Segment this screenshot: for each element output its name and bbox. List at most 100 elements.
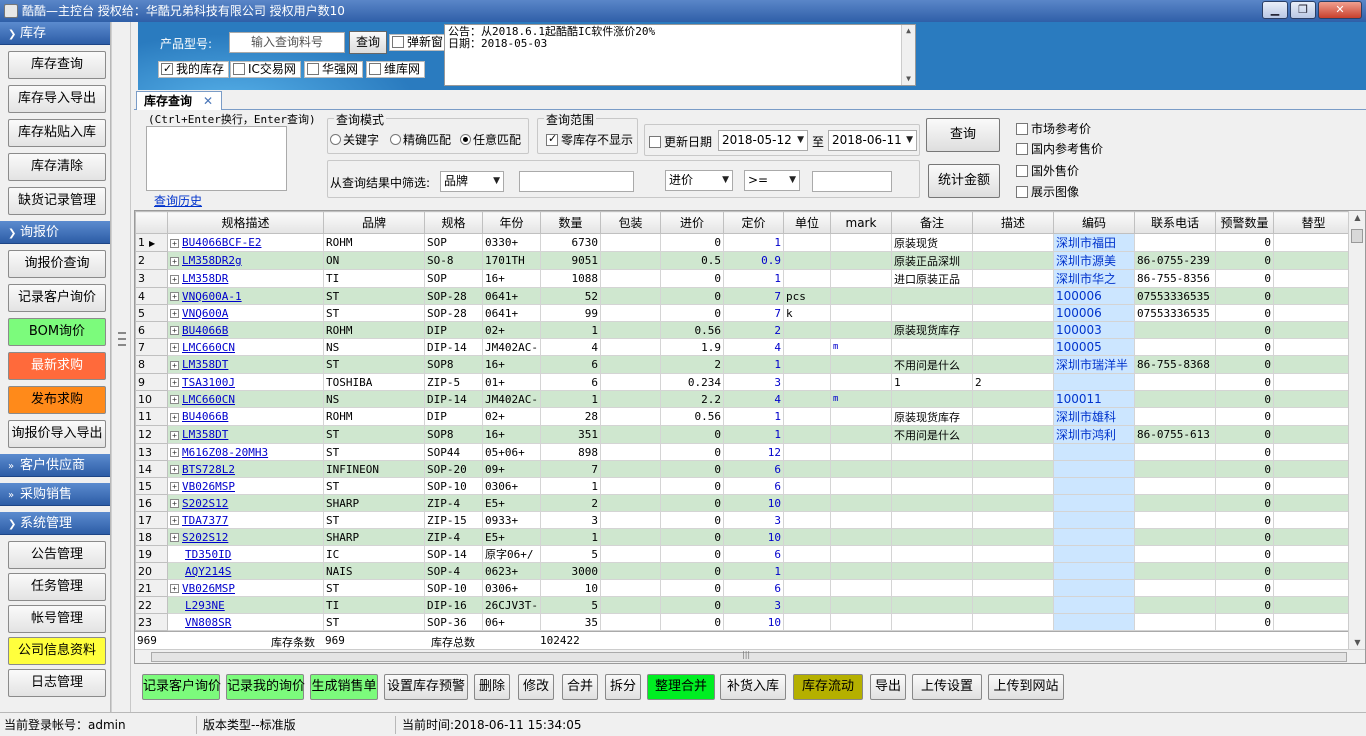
filter-value-input[interactable] (519, 171, 634, 192)
table-row[interactable]: 2 + LM358DR2g ON SO-8 1701TH 9051 0.5 0.9 原装正品深圳深… (135, 251, 1354, 270)
nav-bom-quote[interactable]: BOM询价 (8, 318, 106, 346)
column-header[interactable]: 包装 (599, 211, 661, 234)
merge-button[interactable]: 合并 (562, 674, 598, 700)
table-row[interactable]: 5 + VNQ600A ST SOP-28 0641+ 99 0 7 k 100006 0755333… (135, 304, 1354, 322)
column-header[interactable]: 描述 (971, 211, 1054, 234)
column-header[interactable]: 数量 (539, 211, 601, 234)
tab-inventory-query[interactable]: 库存查询 ✕ (136, 91, 222, 111)
zero-stock-checkbox[interactable]: 零库存不显示 (546, 131, 633, 148)
table-row[interactable]: 22 L293NE TI DIP-16 26CJV3T- 5 0 3 0 (135, 596, 1354, 614)
part-number-link[interactable]: LM358DT (182, 358, 228, 371)
weiku-checkbox[interactable]: 维库网 (366, 61, 426, 78)
part-number-link[interactable]: VNQ600A-1 (182, 290, 242, 303)
part-number-link[interactable]: TSA3100J (182, 376, 235, 389)
expand-plus-icon[interactable]: + (170, 465, 179, 474)
table-row[interactable]: 8 + LM358DT ST SOP8 16+ 6 2 1 不用问是什么 深圳市瑞洋半 86-755-… (135, 355, 1354, 374)
part-number-link[interactable]: LM358DT (182, 428, 228, 441)
foreign-price-checkbox[interactable]: 国外售价 (1016, 162, 1079, 179)
expand-plus-icon[interactable]: + (170, 274, 179, 284)
part-number-link[interactable]: VB026MSP (182, 480, 235, 493)
column-header[interactable]: 编码 (1052, 211, 1135, 234)
mode-any-radio[interactable]: 任意匹配 (460, 131, 521, 148)
table-row[interactable]: 16 + S202S12 SHARP ZIP-4 E5+ 2 0 10 0 (135, 494, 1354, 512)
upload-to-website-button[interactable]: 上传到网站 (988, 674, 1064, 700)
sidebar-section-quotes[interactable]: ❯ 询报价 (0, 221, 110, 244)
expand-plus-icon[interactable]: + (170, 584, 179, 593)
mode-exact-radio[interactable]: 精确匹配 (390, 131, 451, 148)
stat-amount-button[interactable]: 统计金额 (928, 164, 1000, 198)
part-number-link[interactable]: VNQ600A (182, 307, 228, 320)
part-number-link[interactable]: TD350ID (185, 548, 231, 561)
nav-inventory-clear[interactable]: 库存清除 (8, 153, 106, 181)
expand-plus-icon[interactable]: + (170, 378, 179, 387)
column-header[interactable]: 单位 (782, 211, 831, 234)
grid-vertical-scrollbar[interactable]: ▲ ▼ (1348, 211, 1365, 649)
expand-plus-icon[interactable]: + (170, 343, 179, 352)
split-button[interactable]: 拆分 (605, 674, 641, 700)
part-number-link[interactable]: BU4066BCF-E2 (182, 236, 261, 249)
nav-shortage-records[interactable]: 缺货记录管理 (8, 187, 106, 215)
part-number-link[interactable]: LMC660CN (182, 393, 235, 406)
column-header[interactable]: 规格描述 (167, 211, 324, 234)
sidebar-splitter[interactable] (111, 22, 131, 712)
table-row[interactable]: 11 + BU4066B ROHM DIP 02+ 28 0.56 1 原装现货库存 深圳市雄科 0 (135, 407, 1354, 426)
sidebar-section-system[interactable]: ❯ 系统管理 (0, 512, 110, 535)
query-history-link[interactable]: 查询历史 (154, 192, 202, 209)
expand-plus-icon[interactable]: + (170, 326, 179, 335)
set-stock-alert-button[interactable]: 设置库存预警 (384, 674, 468, 700)
nav-quote-import-export[interactable]: 询报价导入导出 (8, 420, 106, 448)
expand-plus-icon[interactable]: + (170, 360, 179, 370)
expand-plus-icon[interactable]: + (170, 238, 179, 248)
export-button[interactable]: 导出 (870, 674, 906, 700)
date-to-picker[interactable]: 2018-06-11 ▼ (828, 130, 917, 151)
expand-plus-icon[interactable]: + (170, 482, 179, 491)
table-row[interactable]: 20 AQY214S NAIS SOP-4 0623+ 3000 0 1 0 (135, 562, 1354, 580)
sidebar-section-purchasing[interactable]: » 采购销售 (0, 483, 110, 506)
nav-record-customer-quote[interactable]: 记录客户询价 (8, 284, 106, 312)
column-header[interactable]: 进价 (659, 211, 724, 234)
scroll-up-icon[interactable]: ▲ (1349, 213, 1365, 222)
expand-plus-icon[interactable]: + (170, 395, 179, 404)
expand-plus-icon[interactable]: + (170, 292, 179, 301)
stock-flow-button[interactable]: 库存流动 (793, 674, 863, 700)
part-search-button[interactable]: 查询 (349, 31, 387, 54)
column-header[interactable]: 联系电话 (1133, 211, 1216, 234)
table-row[interactable]: 18 + S202S12 SHARP ZIP-4 E5+ 1 0 10 0 (135, 528, 1354, 546)
part-number-link[interactable]: S202S12 (182, 497, 228, 510)
price-field-select[interactable]: 进价 ▼ (665, 170, 733, 191)
domestic-price-checkbox[interactable]: 国内参考售价 (1016, 140, 1103, 157)
column-header[interactable]: mark (829, 211, 892, 234)
part-number-link[interactable]: BU4066B (182, 410, 228, 423)
nav-notice-management[interactable]: 公告管理 (8, 541, 106, 569)
nav-account-management[interactable]: 帐号管理 (8, 605, 106, 633)
multi-query-textarea[interactable] (146, 126, 287, 191)
sidebar-section-customers[interactable]: » 客户供应商 (0, 454, 110, 477)
part-number-link[interactable]: BU4066B (182, 324, 228, 337)
mode-keyword-radio[interactable]: 关键字 (330, 131, 379, 148)
notice-scrollbar[interactable]: ▲ ▼ (901, 25, 915, 85)
part-number-link[interactable]: LM358DR2g (182, 254, 242, 267)
expand-plus-icon[interactable]: + (170, 430, 179, 440)
edit-button[interactable]: 修改 (518, 674, 554, 700)
part-number-link[interactable]: L293NE (185, 599, 225, 612)
table-row[interactable]: 13 + M616Z08-20MH3 ST SOP44 05+06+ 898 0 12 0 (135, 443, 1354, 461)
nav-log-management[interactable]: 日志管理 (8, 669, 106, 697)
sidebar-section-inventory[interactable]: ❯ 库存 (0, 22, 110, 45)
nav-quote-query[interactable]: 询报价查询 (8, 250, 106, 278)
scroll-thumb[interactable] (1351, 229, 1363, 243)
expand-plus-icon[interactable]: + (170, 309, 179, 318)
table-row[interactable]: 12 + LM358DT ST SOP8 16+ 351 0 1 不用问是什么 深圳市鸿利 86-07… (135, 425, 1354, 444)
close-tab-icon[interactable]: ✕ (203, 92, 213, 110)
table-row[interactable]: 1 ▶ + BU4066BCF-E2 ROHM SOP 0330+ 6730 0 1 原装现货 深圳市… (135, 233, 1354, 252)
query-button[interactable]: 查询 (926, 118, 1000, 152)
part-number-link[interactable]: M616Z08-20MH3 (182, 446, 268, 459)
filter-field-select[interactable]: 品牌 ▼ (440, 171, 504, 192)
part-number-link[interactable]: LMC660CN (182, 341, 235, 354)
minimize-button[interactable]: ▁ (1262, 1, 1288, 19)
table-row[interactable]: 10 + LMC660CN NS DIP-14 JM402AC- 1 2.2 4 m 100011 0 (135, 390, 1354, 408)
expand-plus-icon[interactable]: + (170, 448, 179, 457)
close-window-button[interactable]: ✕ (1318, 1, 1362, 19)
generate-sales-order-button[interactable]: 生成销售单 (310, 674, 378, 700)
upload-settings-button[interactable]: 上传设置 (912, 674, 982, 700)
show-image-checkbox[interactable]: 展示图像 (1016, 183, 1079, 200)
